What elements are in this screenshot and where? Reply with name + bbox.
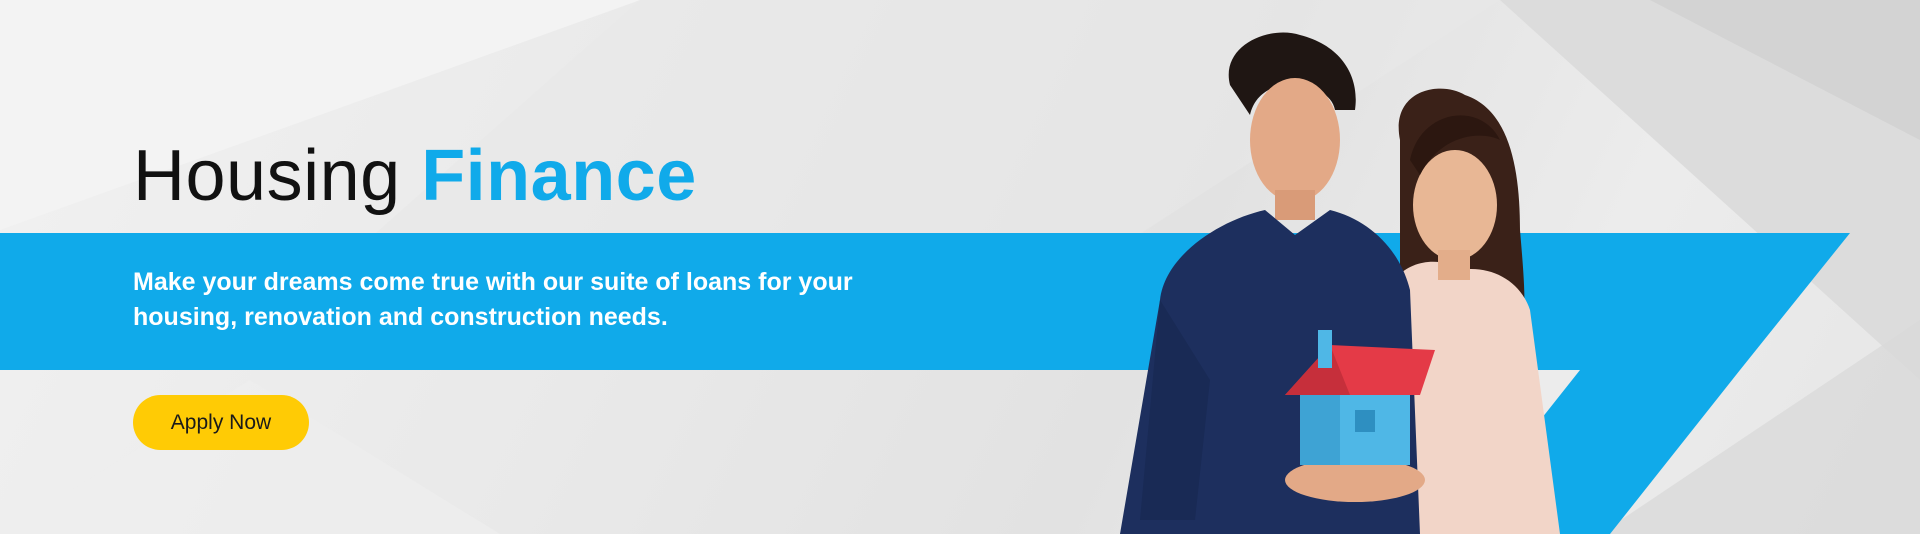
hero-description: Make your dreams come true with our suit… [133, 268, 853, 331]
apply-now-button[interactable]: Apply Now [133, 395, 309, 450]
page-title: Housing Finance [133, 135, 697, 217]
couple-photo [1120, 32, 1560, 534]
title-prefix: Housing [133, 136, 401, 216]
hero-banner: Housing Finance Make your dreams come tr… [0, 0, 1920, 534]
title-accent: Finance [421, 136, 697, 216]
